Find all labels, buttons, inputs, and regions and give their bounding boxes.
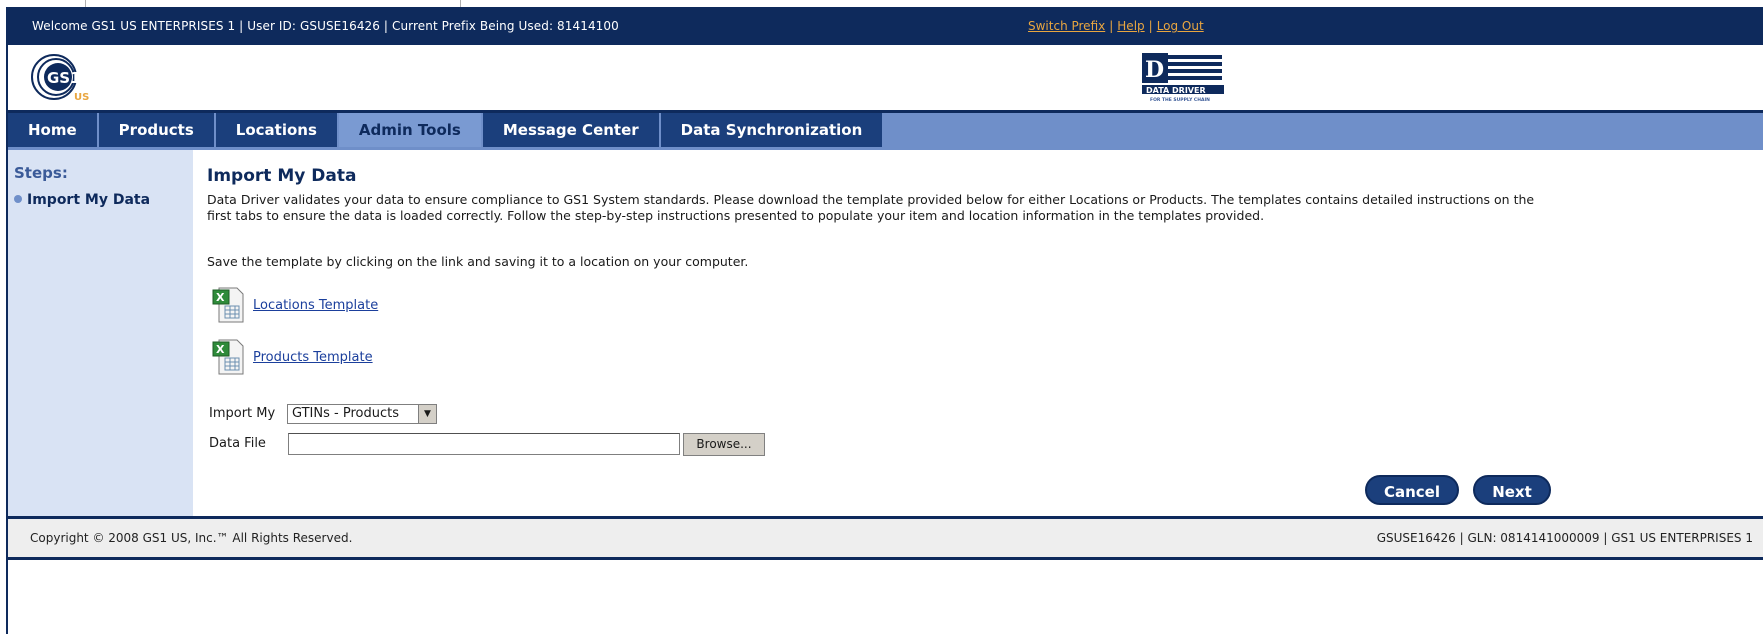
tab-products[interactable]: Products: [98, 113, 216, 147]
help-link[interactable]: Help: [1117, 19, 1144, 33]
left-border: [0, 7, 8, 634]
top-strip: [0, 0, 1763, 7]
excel-file-icon[interactable]: X: [211, 338, 245, 376]
footer: Copyright © 2008 GS1 US, Inc.™ All Right…: [8, 516, 1763, 560]
svg-text:D: D: [1145, 57, 1164, 83]
svg-text:X: X: [216, 343, 225, 356]
data-driver-logo-text: DATA DRIVER: [1146, 86, 1206, 95]
locations-template-row: X Locations Template: [211, 286, 378, 324]
tab-home[interactable]: Home: [8, 113, 99, 147]
main-nav: Home Products Locations Admin Tools Mess…: [8, 110, 1763, 150]
cancel-button[interactable]: Cancel: [1365, 475, 1459, 505]
browse-button[interactable]: Browse...: [683, 433, 765, 456]
save-instruction: Save the template by clicking on the lin…: [207, 254, 749, 269]
data-file-label: Data File: [209, 436, 266, 451]
import-my-label: Import My: [209, 406, 276, 421]
locations-template-link[interactable]: Locations Template: [253, 298, 378, 313]
data-file-input[interactable]: [288, 433, 680, 455]
import-type-select[interactable]: GTINs - Products ▼: [287, 404, 437, 424]
products-template-link[interactable]: Products Template: [253, 350, 373, 365]
data-driver-logo-sub: FOR THE SUPPLY CHAIN: [1150, 97, 1210, 103]
top-strip-segment: [85, 0, 461, 7]
svg-text:X: X: [216, 291, 225, 304]
main-content: Import My Data Data Driver validates you…: [193, 150, 1763, 516]
gs1-logo-sub: US: [74, 92, 89, 103]
bullet-icon: [14, 195, 22, 203]
header-links: Switch Prefix | Help | Log Out: [1028, 19, 1204, 33]
welcome-text: Welcome GS1 US ENTERPRISES 1 | User ID: …: [32, 19, 619, 33]
step-item-import-my-data[interactable]: Import My Data: [14, 192, 150, 208]
gs1-logo[interactable]: GS1 US: [28, 53, 118, 105]
next-button[interactable]: Next: [1473, 475, 1551, 505]
link-separator: |: [1109, 19, 1114, 33]
step-item-label: Import My Data: [27, 192, 151, 208]
tab-message-center[interactable]: Message Center: [482, 113, 661, 147]
switch-prefix-link[interactable]: Switch Prefix: [1028, 19, 1105, 33]
tab-admin-tools[interactable]: Admin Tools: [338, 113, 483, 147]
log-out-link[interactable]: Log Out: [1157, 19, 1204, 33]
header-bar: Welcome GS1 US ENTERPRISES 1 | User ID: …: [8, 7, 1763, 45]
tab-locations[interactable]: Locations: [215, 113, 339, 147]
account-info: GSUSE16426 | GLN: 0814141000009 | GS1 US…: [1376, 531, 1753, 545]
logo-row: GS1 US D DATA DRIVER FOR THE SUPPLY CHAI…: [8, 45, 1763, 110]
import-type-value: GTINs - Products: [292, 406, 399, 421]
copyright-text: Copyright © 2008 GS1 US, Inc.™ All Right…: [30, 531, 353, 545]
dropdown-arrow-icon[interactable]: ▼: [418, 405, 436, 423]
products-template-row: X Products Template: [211, 338, 373, 376]
data-driver-logo: D DATA DRIVER FOR THE SUPPLY CHAIN: [1142, 53, 1224, 103]
tab-data-synchronization[interactable]: Data Synchronization: [660, 113, 885, 147]
excel-file-icon[interactable]: X: [211, 286, 245, 324]
gs1-logo-text: GS1: [47, 69, 81, 87]
steps-sidebar: Steps: Import My Data: [8, 150, 193, 516]
page-title: Import My Data: [207, 166, 357, 186]
steps-title: Steps:: [14, 164, 68, 182]
top-strip-segment: [0, 0, 86, 7]
intro-text: Data Driver validates your data to ensur…: [207, 192, 1535, 223]
link-separator: |: [1148, 19, 1153, 33]
